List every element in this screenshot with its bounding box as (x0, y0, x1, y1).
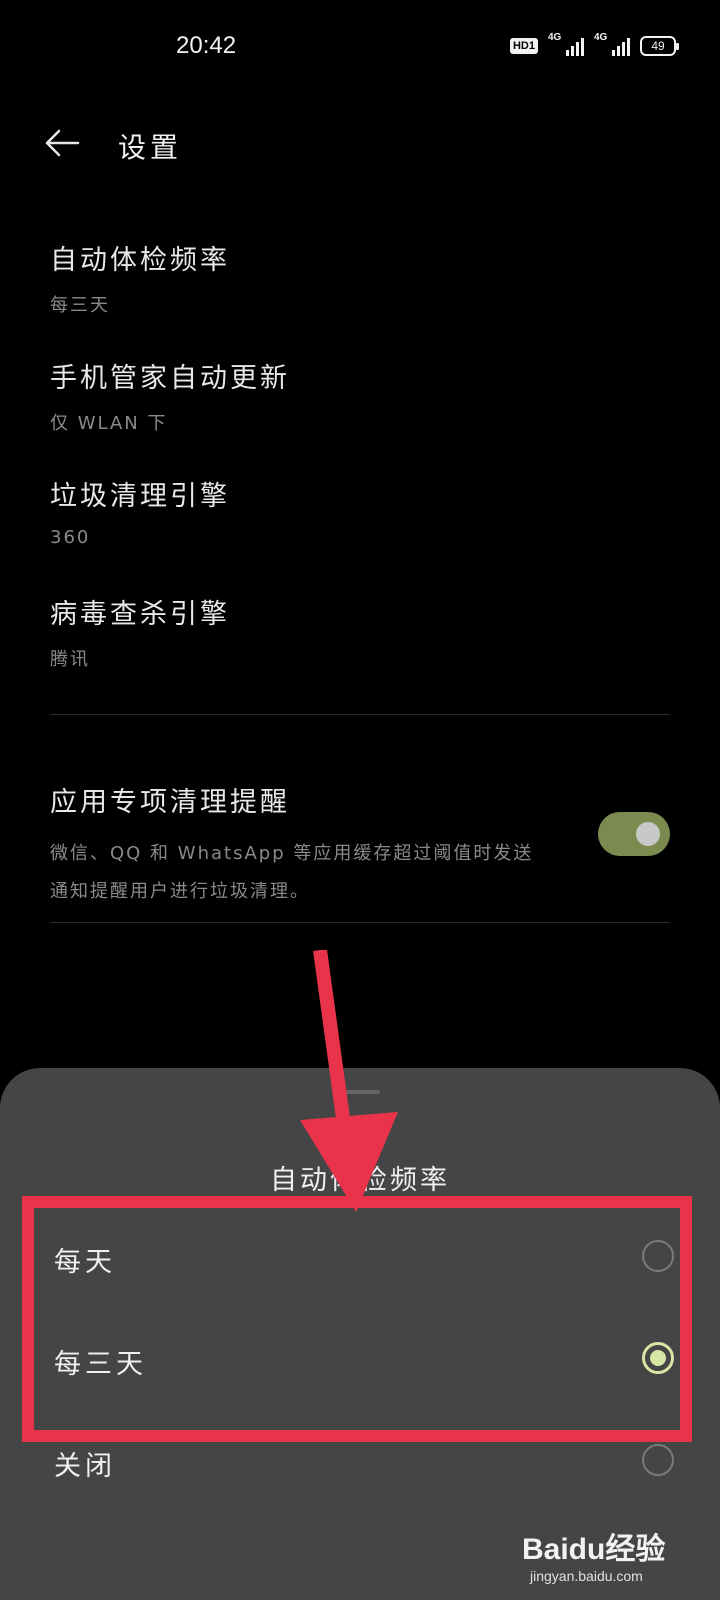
radio-button[interactable] (642, 1444, 674, 1476)
status-icons: HD1 4G 4G 49 (509, 32, 679, 56)
setting-auto-update[interactable]: 手机管家自动更新 仅 WLAN 下 (50, 356, 670, 435)
hd-badge: HD1 (509, 38, 538, 54)
header: 设置 (0, 110, 720, 180)
setting-title: 病毒查杀引擎 (50, 599, 230, 630)
baidu-watermark: Baidu经验 jingyan.baidu.com (522, 1520, 702, 1592)
setting-description: 微信、QQ 和 WhatsApp 等应用缓存超过阈值时发送通知提醒用户进行垃圾清… (50, 843, 534, 902)
arrow-left-icon[interactable] (44, 128, 80, 158)
setting-subtitle: 每三天 (50, 295, 110, 316)
network-label: 4G (594, 32, 608, 43)
setting-antivirus-engine[interactable]: 病毒查杀引擎 腾讯 (50, 592, 670, 671)
setting-subtitle: 腾讯 (50, 649, 90, 670)
watermark-url: jingyan.baidu.com (530, 1568, 643, 1584)
battery-icon: 49 (640, 36, 679, 56)
toggle-knob (636, 822, 660, 846)
page-title: 设置 (118, 131, 183, 164)
setting-title: 垃圾清理引擎 (50, 481, 230, 512)
setting-title: 自动体检频率 (50, 245, 230, 276)
status-bar: 20:42 HD1 4G 4G 49 (0, 0, 720, 96)
setting-cleanup-engine[interactable]: 垃圾清理引擎 360 (50, 474, 670, 548)
network-label: 4G (548, 32, 562, 43)
down-arrow-icon (300, 950, 398, 1212)
status-time: 20:42 (176, 32, 237, 59)
setting-title: 应用专项清理提醒 (50, 787, 290, 818)
setting-title: 手机管家自动更新 (50, 363, 290, 394)
setting-subtitle: 仅 WLAN 下 (50, 413, 168, 434)
signal-icon: 4G (548, 32, 584, 56)
setting-subtitle: 360 (50, 527, 91, 548)
watermark-brand: Baidu经验 (522, 1533, 666, 1566)
battery-level: 49 (651, 39, 665, 53)
divider (50, 714, 670, 715)
divider (50, 922, 670, 923)
setting-app-cleanup-reminder: 应用专项清理提醒 微信、QQ 和 WhatsApp 等应用缓存超过阈值时发送通知… (50, 780, 670, 911)
setting-auto-check-frequency[interactable]: 自动体检频率 每三天 (50, 238, 670, 317)
reminder-toggle[interactable] (598, 812, 670, 856)
highlight-box (22, 1196, 692, 1442)
option-label: 关闭 (54, 1451, 116, 1482)
signal-icon: 4G (594, 32, 630, 56)
